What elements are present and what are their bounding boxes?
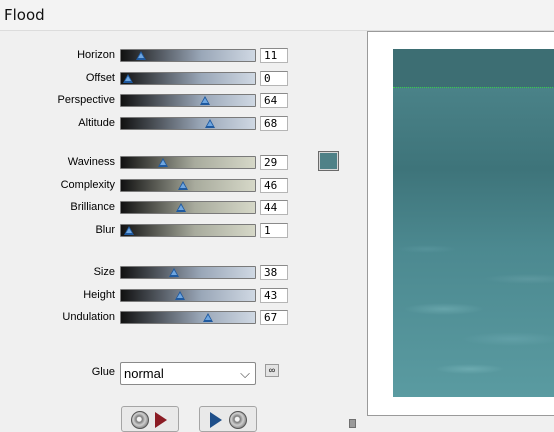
offset-value-field[interactable]: 0: [260, 71, 288, 86]
blur-value-field[interactable]: 1: [260, 223, 288, 238]
perspective-label: Perspective: [57, 94, 115, 106]
slider-thumb-icon[interactable]: [136, 51, 147, 60]
slider-thumb-icon[interactable]: [199, 96, 210, 105]
brilliance-value-field[interactable]: 44: [260, 200, 288, 215]
resize-handle[interactable]: [349, 419, 356, 428]
slider-thumb-icon[interactable]: [168, 268, 179, 277]
slider-thumb-icon[interactable]: [157, 158, 168, 167]
offset-slider[interactable]: [120, 72, 256, 85]
height-slider[interactable]: [120, 289, 256, 302]
brilliance-label: Brilliance: [70, 201, 115, 213]
offset-label: Offset: [85, 72, 115, 84]
undulation-label: Undulation: [62, 311, 115, 323]
slider-thumb-icon[interactable]: [174, 291, 185, 300]
slider-thumb-icon[interactable]: [204, 119, 215, 128]
arrow-right-icon: [210, 412, 222, 428]
perspective-slider[interactable]: [120, 94, 256, 107]
slider-thumb-icon[interactable]: [203, 313, 214, 322]
undulation-slider[interactable]: [120, 311, 256, 324]
horizon-line: [393, 87, 554, 88]
preview-image[interactable]: [393, 49, 554, 397]
size-label: Size: [93, 266, 115, 278]
slider-thumb-icon[interactable]: [175, 203, 186, 212]
disc-icon: [229, 411, 247, 429]
blur-slider[interactable]: [120, 224, 256, 237]
arrow-right-icon: [155, 412, 167, 428]
horizon-slider[interactable]: [120, 49, 256, 62]
slider-thumb-icon[interactable]: [123, 74, 133, 83]
complexity-label: Complexity: [60, 179, 115, 191]
waviness-value-field[interactable]: 29: [260, 155, 288, 170]
undulation-value-field[interactable]: 67: [260, 310, 288, 325]
altitude-value-field[interactable]: 68: [260, 116, 288, 131]
complexity-slider[interactable]: [120, 179, 256, 192]
color-swatch[interactable]: [318, 151, 339, 171]
blur-label: Blur: [95, 224, 115, 236]
size-value-field[interactable]: 38: [260, 265, 288, 280]
disc-icon: [131, 411, 149, 429]
size-slider[interactable]: [120, 266, 256, 279]
horizon-label: Horizon: [77, 49, 115, 61]
apply-button[interactable]: [199, 406, 257, 432]
glue-select[interactable]: normal ⌵: [120, 362, 256, 385]
chevron-down-icon: ⌵: [240, 366, 250, 381]
height-label: Height: [83, 289, 115, 301]
glue-label: Glue: [91, 366, 115, 378]
title-bar: Flood: [0, 0, 554, 31]
complexity-value-field[interactable]: 46: [260, 178, 288, 193]
slider-thumb-icon[interactable]: [178, 181, 189, 190]
altitude-slider[interactable]: [120, 117, 256, 130]
slider-thumb-icon[interactable]: [124, 226, 135, 235]
window-title: Flood: [4, 6, 45, 24]
link-icon[interactable]: ∞: [265, 364, 279, 377]
brilliance-slider[interactable]: [120, 201, 256, 214]
waviness-label: Waviness: [67, 156, 115, 168]
horizon-value-field[interactable]: 11: [260, 48, 288, 63]
waviness-slider[interactable]: [120, 156, 256, 169]
perspective-value-field[interactable]: 64: [260, 93, 288, 108]
height-value-field[interactable]: 43: [260, 288, 288, 303]
reset-button[interactable]: [121, 406, 179, 432]
preview-panel: [367, 31, 554, 416]
altitude-label: Altitude: [78, 117, 115, 129]
glue-selected-value: normal: [124, 366, 164, 381]
